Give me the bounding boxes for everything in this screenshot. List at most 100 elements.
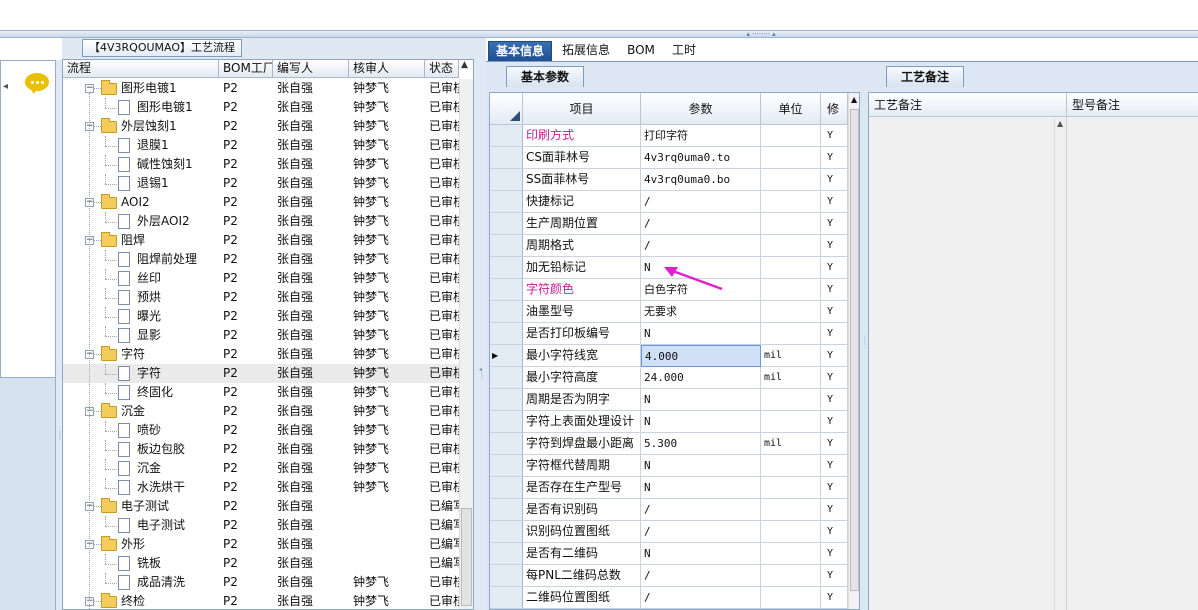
param-row[interactable]: 字符上表面处理设计 N Y <box>490 411 848 433</box>
row-indicator[interactable] <box>490 367 523 389</box>
param-row[interactable]: 字符到焊盘最小距离 5.300 mil Y <box>490 433 848 455</box>
param-value-cell[interactable]: / <box>641 587 761 609</box>
tree-scrollbar[interactable]: ▲ <box>459 60 473 609</box>
param-value-cell[interactable]: / <box>641 235 761 257</box>
basic-params-grid[interactable]: 项目 参数 单位 修 ▲ 印刷方式 打印字符 Y CS面菲林号 4v3rq0uma0.t… <box>489 92 860 610</box>
param-row[interactable]: 周期格式 / Y <box>490 235 848 257</box>
model-notes-cell[interactable] <box>1067 117 1198 610</box>
scrollbar-thumb[interactable] <box>850 109 859 591</box>
tree-row[interactable]: 图形电镀1 P2 张自强 钟梦飞 已审核 <box>63 98 459 117</box>
row-indicator[interactable] <box>490 169 523 191</box>
param-row[interactable]: 是否存在生产型号 N Y <box>490 477 848 499</box>
tree-row[interactable]: −字符P2张自强钟梦飞已审核 <box>63 345 459 364</box>
param-row[interactable]: 快捷标记 / Y <box>490 191 848 213</box>
param-value-cell[interactable]: / <box>641 565 761 587</box>
column-header-status[interactable]: 状态 <box>425 60 459 78</box>
param-row[interactable]: 每PNL二维码总数 / Y <box>490 565 848 587</box>
tree-row[interactable]: 碱性蚀刻1 P2 张自强 钟梦飞 已审核 <box>63 155 459 174</box>
param-value-cell[interactable]: 4.000 <box>641 345 761 367</box>
row-indicator[interactable] <box>490 389 523 411</box>
row-indicator[interactable] <box>490 499 523 521</box>
row-indicator[interactable] <box>490 279 523 301</box>
tree-row[interactable]: −电子测试P2张自强已编写 <box>63 497 459 516</box>
column-header-model-notes[interactable]: 型号备注 <box>1067 93 1198 117</box>
tree-row[interactable]: 铣板 P2 张自强 已编写 <box>63 554 459 573</box>
tab-basic-info[interactable]: 基本信息 <box>488 41 552 61</box>
param-value-cell[interactable]: 4v3rq0uma0.to <box>641 147 761 169</box>
param-value-cell[interactable]: N <box>641 389 761 411</box>
column-header-item[interactable]: 项目 <box>523 93 641 125</box>
param-value-cell[interactable]: 4v3rq0uma0.bo <box>641 169 761 191</box>
tab-basic-params[interactable]: 基本参数 <box>506 66 585 87</box>
param-value-cell[interactable]: N <box>641 323 761 345</box>
collapse-arrow-icon[interactable]: ◂ <box>3 81 8 92</box>
tree-row[interactable]: −AOI2P2张自强钟梦飞已审核 <box>63 193 459 212</box>
tree-row[interactable]: 终固化 P2 张自强 钟梦飞 已审核 <box>63 383 459 402</box>
param-value-cell[interactable]: 无要求 <box>641 301 761 323</box>
tree-row[interactable]: 曝光 P2 张自强 钟梦飞 已审核 <box>63 307 459 326</box>
scrollbar-thumb[interactable] <box>461 508 472 606</box>
param-row[interactable]: 周期是否为阴字 N Y <box>490 389 848 411</box>
tree-row[interactable]: 字符 P2 张自强 钟梦飞 已审核 <box>63 364 459 383</box>
scroll-up-icon[interactable]: ▲ <box>461 60 468 70</box>
column-header-modify[interactable]: 修 <box>821 93 848 125</box>
param-row[interactable]: 印刷方式 打印字符 Y <box>490 125 848 147</box>
param-row[interactable]: 是否有二维码 N Y <box>490 543 848 565</box>
row-indicator[interactable] <box>490 521 523 543</box>
row-indicator[interactable] <box>490 411 523 433</box>
tree-row[interactable]: 外层AOI2 P2 张自强 钟梦飞 已审核 <box>63 212 459 231</box>
process-notes-cell[interactable]: ▲ <box>869 117 1067 610</box>
param-row[interactable]: 油墨型号 无要求 Y <box>490 301 848 323</box>
splitter-grip-icon[interactable]: ▴ ········ ▴ <box>736 31 786 38</box>
tree-row[interactable]: 成品清洗 P2 张自强 钟梦飞 已审核 <box>63 573 459 592</box>
tree-row[interactable]: 阻焊前处理 P2 张自强 钟梦飞 已审核 <box>63 250 459 269</box>
param-row[interactable]: SS面菲林号 4v3rq0uma0.bo Y <box>490 169 848 191</box>
param-value-cell[interactable]: 5.300 <box>641 433 761 455</box>
param-value-cell[interactable]: / <box>641 521 761 543</box>
row-indicator[interactable] <box>490 543 523 565</box>
message-bubble-icon[interactable] <box>25 73 49 94</box>
grid-scrollbar[interactable]: ▲ <box>848 93 859 609</box>
param-row[interactable]: 最小字符高度 24.000 mil Y <box>490 367 848 389</box>
tree-row[interactable]: 显影 P2 张自强 钟梦飞 已审核 <box>63 326 459 345</box>
tab-extended-info[interactable]: 拓展信息 <box>556 41 616 61</box>
param-row[interactable]: 二维码位置图纸 / Y <box>490 587 848 609</box>
tree-row[interactable]: −外形P2张自强已编写 <box>63 535 459 554</box>
process-notes-grid[interactable]: 工艺备注 型号备注 ▲ <box>868 92 1198 610</box>
param-value-cell[interactable]: N <box>641 543 761 565</box>
tree-row[interactable]: −终检P2张自强钟梦飞已审核 <box>63 592 459 609</box>
tree-row[interactable]: 水洗烘干 P2 张自强 钟梦飞 已审核 <box>63 478 459 497</box>
tree-row[interactable]: −外层蚀刻1P2张自强钟梦飞已审核 <box>63 117 459 136</box>
row-indicator[interactable] <box>490 455 523 477</box>
tree-row[interactable]: 电子测试 P2 张自强 已编写 <box>63 516 459 535</box>
tree-row[interactable]: 丝印 P2 张自强 钟梦飞 已审核 <box>63 269 459 288</box>
tab-bom[interactable]: BOM <box>624 41 658 61</box>
tab-process-notes[interactable]: 工艺备注 <box>886 66 965 87</box>
notes-scrollbar[interactable]: ▲ <box>1054 119 1066 610</box>
row-indicator[interactable] <box>490 565 523 587</box>
param-value-cell[interactable]: 打印字符 <box>641 125 761 147</box>
row-indicator[interactable] <box>490 433 523 455</box>
param-value-cell[interactable]: / <box>641 499 761 521</box>
row-indicator[interactable] <box>490 125 523 147</box>
column-header-writer[interactable]: 编写人 <box>273 60 349 78</box>
param-value-cell[interactable]: N <box>641 411 761 433</box>
param-row[interactable]: 是否打印板编号 N Y <box>490 323 848 345</box>
row-indicator[interactable] <box>490 147 523 169</box>
scroll-up-icon[interactable]: ▲ <box>1057 119 1063 128</box>
top-splitter[interactable]: ▴ ········ ▴ <box>0 30 1198 38</box>
column-header-process-notes[interactable]: 工艺备注 <box>869 93 1067 117</box>
param-row[interactable]: 字符框代替周期 N Y <box>490 455 848 477</box>
tree-row[interactable]: 预烘 P2 张自强 钟梦飞 已审核 <box>63 288 459 307</box>
row-indicator[interactable] <box>490 235 523 257</box>
middle-splitter[interactable]: ◂ ⋮ ⋮ <box>478 38 486 610</box>
param-value-cell[interactable]: N <box>641 455 761 477</box>
tree-row[interactable]: 退锡1 P2 张自强 钟梦飞 已审核 <box>63 174 459 193</box>
tree-row[interactable]: −阻焊P2张自强钟梦飞已审核 <box>63 231 459 250</box>
param-value-cell[interactable]: / <box>641 191 761 213</box>
column-header-bom[interactable]: BOM工厂 <box>219 60 273 78</box>
scroll-up-icon[interactable]: ▲ <box>851 95 857 104</box>
param-value-cell[interactable]: / <box>641 213 761 235</box>
param-value-cell[interactable]: N <box>641 477 761 499</box>
grid-corner[interactable] <box>490 93 523 125</box>
